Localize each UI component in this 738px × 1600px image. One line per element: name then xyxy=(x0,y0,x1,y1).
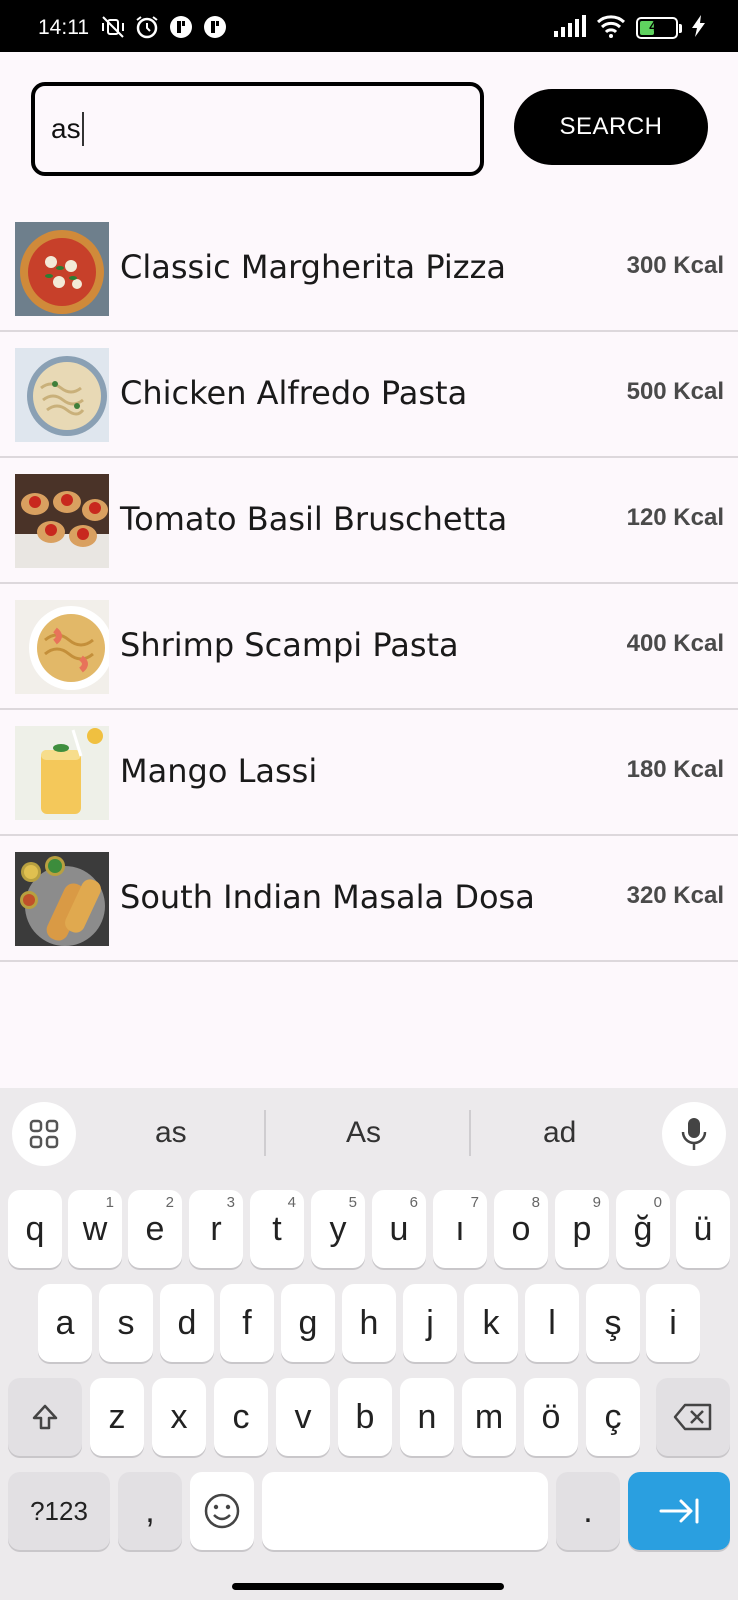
key-l[interactable]: l xyxy=(525,1284,579,1362)
space-key[interactable] xyxy=(262,1472,548,1550)
list-item[interactable]: Shrimp Scampi Pasta 400 Kcal xyxy=(0,584,738,710)
status-bar: 14:11 40 xyxy=(0,0,738,52)
emoji-key[interactable] xyxy=(190,1472,254,1550)
key-x[interactable]: x xyxy=(152,1378,206,1456)
key-h[interactable]: h xyxy=(342,1284,396,1362)
backspace-icon xyxy=(673,1403,712,1431)
bruschetta-photo xyxy=(15,474,109,568)
status-time: 14:11 xyxy=(38,16,89,39)
key-c[interactable]: c xyxy=(214,1378,268,1456)
key-t[interactable]: t4 xyxy=(250,1190,304,1268)
list-item[interactable]: Tomato Basil Bruschetta 120 Kcal xyxy=(0,458,738,584)
food-name: Classic Margherita Pizza xyxy=(120,248,506,286)
microphone-icon[interactable] xyxy=(662,1102,726,1166)
food-kcal: 320 Kcal xyxy=(626,882,724,909)
key-u[interactable]: u6 xyxy=(372,1190,426,1268)
food-kcal: 500 Kcal xyxy=(626,378,724,405)
shift-arrow-icon xyxy=(32,1404,58,1430)
alarm-icon xyxy=(134,14,160,40)
list-item[interactable]: Classic Margherita Pizza 300 Kcal xyxy=(0,206,738,332)
key-y[interactable]: y5 xyxy=(311,1190,365,1268)
dosa-photo xyxy=(15,852,109,946)
key-w[interactable]: w1 xyxy=(68,1190,122,1268)
key-a[interactable]: a xyxy=(38,1284,92,1362)
battery-icon: 40 xyxy=(636,17,682,39)
key-o-umlaut[interactable]: ö xyxy=(524,1378,578,1456)
signal-icon xyxy=(554,15,586,41)
comma-key[interactable]: , xyxy=(118,1472,182,1550)
key-p[interactable]: p9 xyxy=(555,1190,609,1268)
key-b[interactable]: b xyxy=(338,1378,392,1456)
food-name: Chicken Alfredo Pasta xyxy=(120,374,468,412)
key-g-breve[interactable]: ğ0 xyxy=(616,1190,670,1268)
list-item[interactable]: Chicken Alfredo Pasta 500 Kcal xyxy=(0,332,738,458)
key-d[interactable]: d xyxy=(160,1284,214,1362)
search-button[interactable]: SEARCH xyxy=(514,89,708,165)
shrimp-pasta-photo xyxy=(15,600,109,694)
food-name: Mango Lassi xyxy=(120,752,318,790)
key-i[interactable]: i xyxy=(646,1284,700,1362)
list-item[interactable]: South Indian Masala Dosa 320 Kcal xyxy=(0,836,738,962)
key-e[interactable]: e2 xyxy=(128,1190,182,1268)
period-key[interactable]: . xyxy=(556,1472,620,1550)
key-f[interactable]: f xyxy=(220,1284,274,1362)
pizza-photo xyxy=(15,222,109,316)
app-notification-icon xyxy=(168,14,194,40)
keyboard: as As ad q w1 e2 r3 t4 y5 u6 ı7 o8 p9 ğ0… xyxy=(0,1088,738,1600)
key-n[interactable]: n xyxy=(400,1378,454,1456)
food-kcal: 180 Kcal xyxy=(626,756,724,783)
symbols-key[interactable]: ?123 xyxy=(8,1472,110,1550)
shift-key[interactable] xyxy=(8,1378,82,1456)
app-notification-icon xyxy=(202,14,228,40)
food-kcal: 400 Kcal xyxy=(626,630,724,657)
charging-icon xyxy=(692,15,706,41)
apps-grid-icon[interactable] xyxy=(12,1102,76,1166)
wifi-icon xyxy=(596,14,626,42)
food-list: Classic Margherita Pizza 300 Kcal Chicke… xyxy=(0,206,738,962)
backspace-key[interactable] xyxy=(656,1378,730,1456)
key-j[interactable]: j xyxy=(403,1284,457,1362)
search-input[interactable]: as xyxy=(31,82,484,176)
key-k[interactable]: k xyxy=(464,1284,518,1362)
search-input-value: as xyxy=(51,113,81,144)
key-g[interactable]: g xyxy=(281,1284,335,1362)
food-name: Shrimp Scampi Pasta xyxy=(120,626,459,664)
emoji-icon xyxy=(204,1493,240,1529)
suggestion-bar: as As ad xyxy=(0,1088,738,1178)
key-q[interactable]: q xyxy=(8,1190,62,1268)
battery-level: 40 xyxy=(649,18,665,34)
key-m[interactable]: m xyxy=(462,1378,516,1456)
key-s[interactable]: s xyxy=(99,1284,153,1362)
suggestion-1[interactable]: as xyxy=(155,1116,187,1150)
food-name: Tomato Basil Bruschetta xyxy=(120,500,508,538)
food-kcal: 300 Kcal xyxy=(626,252,724,279)
food-kcal: 120 Kcal xyxy=(626,504,724,531)
text-caret xyxy=(81,112,84,146)
mango-lassi-photo xyxy=(15,726,109,820)
food-name: South Indian Masala Dosa xyxy=(120,878,535,916)
key-o[interactable]: o8 xyxy=(494,1190,548,1268)
key-z[interactable]: z xyxy=(90,1378,144,1456)
key-v[interactable]: v xyxy=(276,1378,330,1456)
mute-vibrate-icon xyxy=(100,14,126,40)
suggestion-2[interactable]: As xyxy=(346,1116,381,1150)
enter-key[interactable] xyxy=(628,1472,730,1550)
key-dotless-i[interactable]: ı7 xyxy=(433,1190,487,1268)
key-s-cedilla[interactable]: ş xyxy=(586,1284,640,1362)
suggestion-3[interactable]: ad xyxy=(543,1116,576,1150)
key-c-cedilla[interactable]: ç xyxy=(586,1378,640,1456)
key-r[interactable]: r3 xyxy=(189,1190,243,1268)
list-item[interactable]: Mango Lassi 180 Kcal xyxy=(0,710,738,836)
home-indicator[interactable] xyxy=(232,1583,504,1590)
key-u-umlaut[interactable]: ü xyxy=(676,1190,730,1268)
pasta-photo xyxy=(15,348,109,442)
tab-arrow-icon xyxy=(659,1498,699,1524)
